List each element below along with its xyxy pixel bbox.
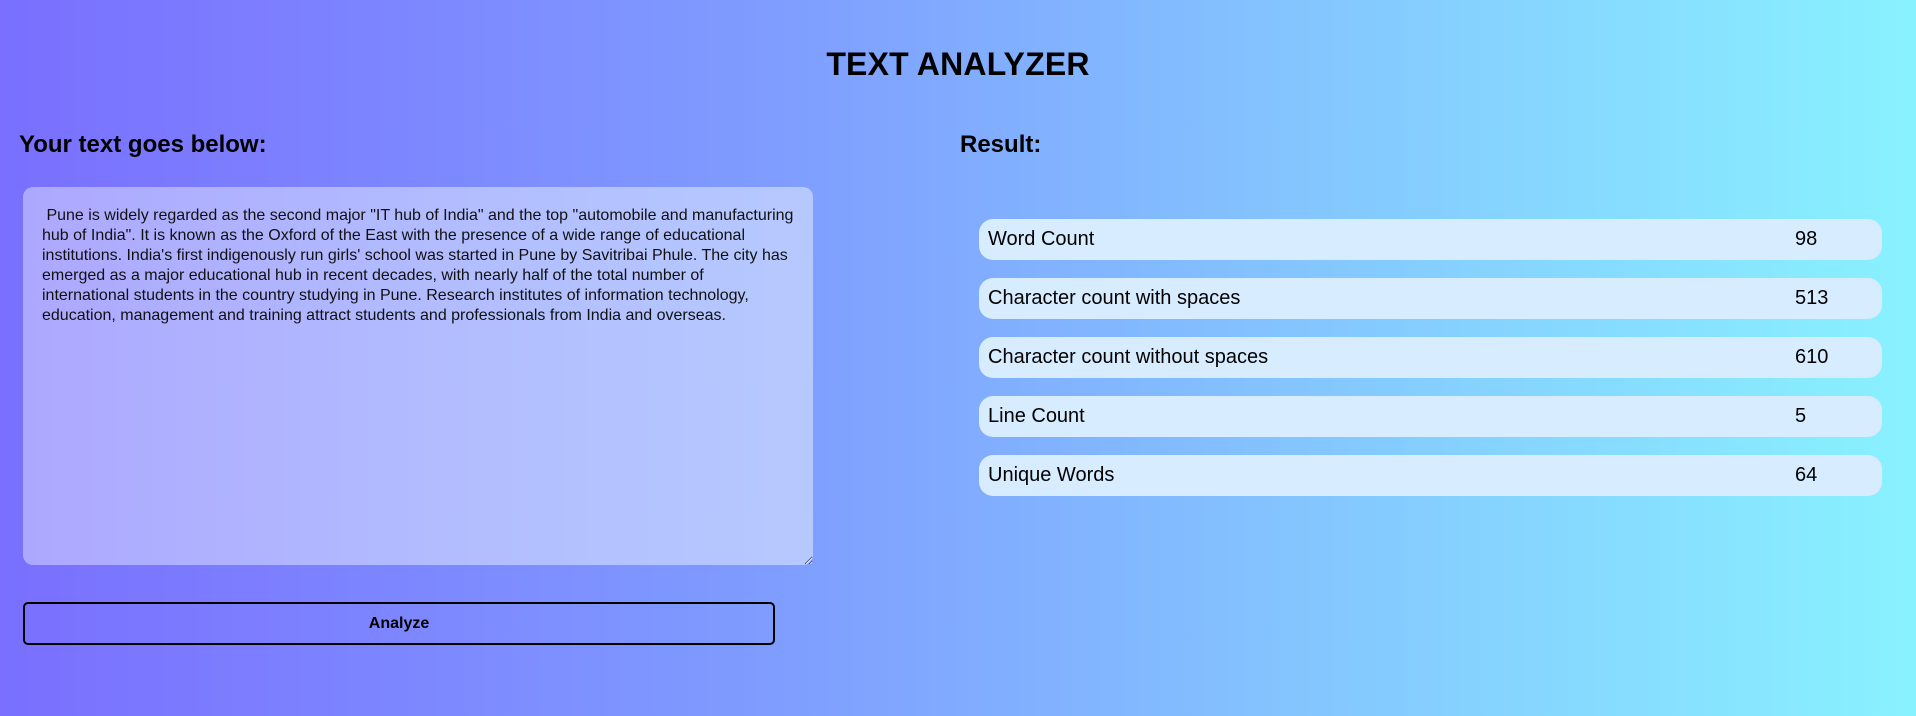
result-list: Word Count 98 Character count with space… bbox=[979, 219, 1882, 514]
result-row-word-count: Word Count 98 bbox=[979, 219, 1882, 260]
result-value: 610 bbox=[1795, 346, 1829, 368]
text-input[interactable]: Pune is widely regarded as the second ma… bbox=[23, 187, 813, 565]
result-label: Character count without spaces bbox=[988, 346, 1269, 368]
result-row-line-count: Line Count 5 bbox=[979, 396, 1882, 437]
result-value: 64 bbox=[1795, 464, 1818, 486]
input-heading: Your text goes below: bbox=[19, 131, 267, 158]
result-row-char-without-spaces: Character count without spaces 610 bbox=[979, 337, 1882, 378]
result-label: Line Count bbox=[988, 405, 1085, 427]
analyze-button[interactable]: Analyze bbox=[23, 602, 775, 645]
result-heading: Result: bbox=[960, 131, 1042, 158]
result-label: Character count with spaces bbox=[988, 287, 1241, 309]
result-value: 5 bbox=[1795, 405, 1807, 427]
result-label: Unique Words bbox=[988, 464, 1115, 486]
result-value: 513 bbox=[1795, 287, 1829, 309]
result-row-unique-words: Unique Words 64 bbox=[979, 455, 1882, 496]
result-label: Word Count bbox=[988, 228, 1095, 250]
page-title: TEXT ANALYZER bbox=[826, 46, 1090, 82]
result-row-char-with-spaces: Character count with spaces 513 bbox=[979, 278, 1882, 319]
result-value: 98 bbox=[1795, 228, 1818, 250]
